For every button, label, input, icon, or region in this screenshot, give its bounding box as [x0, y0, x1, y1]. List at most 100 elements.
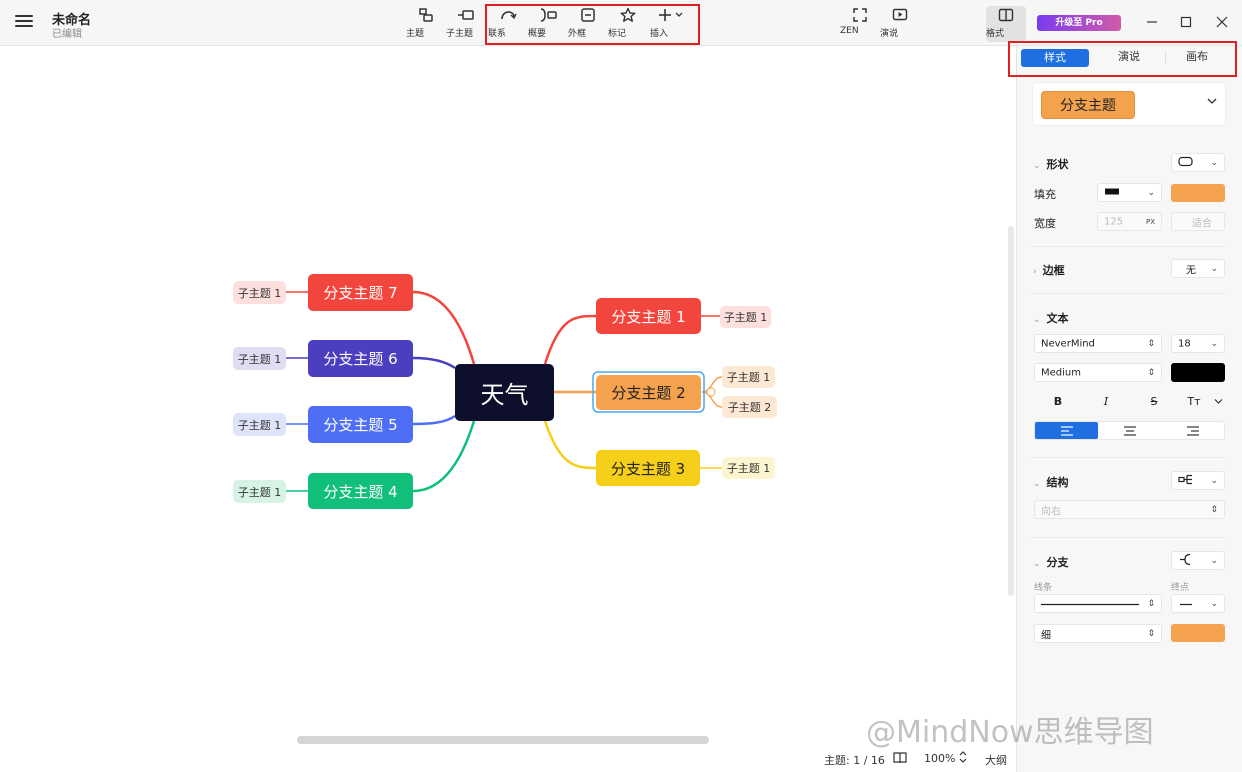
branch-topic-5[interactable]: 分支主题 5	[308, 406, 413, 443]
section-branch[interactable]: ⌄ 分支	[1033, 554, 1069, 570]
text-color-swatch[interactable]	[1171, 363, 1225, 382]
fit-button[interactable]: 适合	[1171, 212, 1225, 231]
border-selector[interactable]: 无 ⌄	[1171, 259, 1225, 278]
status-bar: 主题: 1 / 16 100% 大纲	[0, 748, 1016, 772]
root-topic[interactable]: 天气	[455, 364, 554, 421]
section-structure[interactable]: ⌄ 结构	[1033, 474, 1069, 490]
tab-divider	[1165, 52, 1166, 64]
summary-button[interactable]: 概要	[528, 6, 568, 42]
font-weight-selector[interactable]: Medium ⇕	[1034, 363, 1162, 382]
subtopic-b1-1[interactable]: 子主题 1	[720, 306, 771, 328]
divider	[1030, 293, 1226, 294]
divider	[1030, 457, 1226, 458]
insert-button[interactable]: 插入	[650, 6, 692, 42]
updown-icon: ⇕	[1147, 338, 1155, 349]
italic-button[interactable]: I	[1084, 394, 1128, 410]
subtopic-b7-1[interactable]: 子主题 1	[233, 281, 286, 304]
chevron-down-icon: ⌄	[1210, 157, 1218, 168]
mindmap-canvas[interactable]: 天气 分支主题 1 分支主题 2 分支主题 3 分支主题 4 分支主题 5 分支…	[0, 46, 1016, 772]
divider	[1030, 246, 1226, 247]
tab-canvas[interactable]: 画布	[1163, 48, 1231, 68]
branch-style-selector[interactable]: ⌄	[1171, 551, 1225, 570]
branch-topic-2[interactable]: 分支主题 2	[596, 375, 701, 410]
chevron-down-icon[interactable]	[1214, 397, 1223, 408]
line-end-selector[interactable]: ⌄	[1171, 594, 1225, 613]
upgrade-pro-button[interactable]: 升级至 Pro	[1037, 15, 1121, 31]
branch-topic-3[interactable]: 分支主题 3	[596, 450, 700, 486]
topic-button[interactable]: 主题	[406, 6, 446, 42]
width-input[interactable]: 125 PX	[1097, 212, 1162, 231]
subtopic-b6-1[interactable]: 子主题 1	[233, 347, 286, 370]
marker-button[interactable]: 标记	[608, 6, 648, 42]
structure-selector[interactable]: ⌄	[1171, 471, 1225, 490]
book-icon[interactable]	[893, 751, 907, 768]
menu-icon[interactable]	[14, 12, 34, 32]
topic-count: 主题: 1 / 16	[824, 754, 885, 767]
style-preset-selector[interactable]: 分支主题	[1033, 83, 1225, 125]
line-thickness-selector[interactable]: 细 ⇕	[1034, 624, 1162, 643]
section-text[interactable]: ⌄ 文本	[1033, 310, 1069, 326]
outline-button[interactable]: 大纲	[985, 752, 1007, 768]
align-left-icon[interactable]	[1035, 422, 1098, 439]
font-size-selector[interactable]: 18 ⌄	[1171, 334, 1225, 353]
end-label: 终点	[1171, 583, 1190, 593]
horizontal-scrollbar[interactable]	[297, 736, 709, 744]
line-style-selector[interactable]: ⇕	[1034, 594, 1162, 613]
align-right-icon[interactable]	[1161, 422, 1224, 439]
section-structure-title: 结构	[1046, 476, 1069, 489]
marker-label: 标记	[608, 29, 627, 39]
text-align-group	[1034, 421, 1225, 440]
zen-button[interactable]: ZEN	[840, 6, 880, 42]
branch-topic-6[interactable]: 分支主题 6	[308, 340, 413, 377]
structure-direction-selector[interactable]: 向右 ⇕	[1034, 500, 1225, 519]
app-window: 未命名 已编辑 主题 子主题 联系 概要 外框 标记 插入 ZEN 演说 格式 …	[0, 0, 1242, 772]
close-icon[interactable]	[1211, 12, 1233, 32]
boundary-button[interactable]: 外框	[568, 6, 608, 42]
subtopic-b3-1[interactable]: 子主题 1	[722, 457, 775, 479]
section-branch-title: 分支	[1046, 556, 1069, 569]
connector-b5	[412, 414, 456, 426]
branch-topic-7[interactable]: 分支主题 7	[308, 274, 413, 311]
subtopic-b4-1[interactable]: 子主题 1	[233, 480, 286, 503]
fill-color-swatch[interactable]	[1171, 184, 1225, 202]
divider	[1030, 537, 1226, 538]
text-case-button[interactable]: Tт	[1176, 394, 1212, 410]
chevron-down-icon: ⌄	[1210, 555, 1218, 566]
branch-topic-1[interactable]: 分支主题 1	[596, 298, 701, 334]
branch-topic-4[interactable]: 分支主题 4	[308, 473, 413, 509]
chevron-down-icon: ⌄	[1210, 598, 1218, 609]
section-border[interactable]: › 边框	[1033, 262, 1065, 278]
updown-icon: ⇕	[1210, 504, 1218, 515]
topic-label: 主题	[406, 29, 425, 39]
tab-style[interactable]: 样式	[1021, 49, 1089, 67]
align-center-icon[interactable]	[1098, 422, 1161, 439]
vertical-scrollbar[interactable]	[1008, 226, 1014, 596]
font-weight-value: Medium	[1041, 367, 1081, 378]
subtopic-b2-2[interactable]: 子主题 2	[722, 396, 777, 418]
present-button[interactable]: 演说	[880, 6, 920, 42]
zoom-level[interactable]: 100%	[924, 752, 955, 765]
present-label: 演说	[880, 29, 899, 39]
shape-selector[interactable]: ⌄	[1171, 153, 1225, 172]
branch-color-swatch[interactable]	[1171, 624, 1225, 642]
format-panel-button[interactable]: 格式	[986, 6, 1026, 42]
structure-right-icon	[1178, 474, 1194, 487]
relation-button[interactable]: 联系	[488, 6, 528, 42]
font-family-selector[interactable]: NeverMind ⇕	[1034, 334, 1162, 353]
subtopic-button[interactable]: 子主题	[446, 6, 486, 42]
zoom-stepper-icon[interactable]	[958, 750, 968, 767]
subtopic-b2-1[interactable]: 子主题 1	[722, 366, 775, 388]
strikethrough-button[interactable]: S	[1132, 394, 1176, 410]
section-shape[interactable]: ⌄ 形状	[1033, 156, 1069, 172]
maximize-icon[interactable]	[1175, 12, 1197, 32]
minimize-icon[interactable]	[1141, 12, 1163, 32]
bold-button[interactable]: B	[1036, 394, 1080, 410]
branch-style-icon	[1178, 553, 1194, 568]
tab-presentation[interactable]: 演说	[1095, 48, 1163, 68]
fit-label: 适合	[1192, 218, 1212, 229]
star-icon	[608, 6, 648, 24]
fullscreen-icon	[840, 6, 880, 24]
fill-type-selector[interactable]: ⌄	[1097, 183, 1162, 202]
summary-icon	[528, 6, 568, 24]
subtopic-b5-1[interactable]: 子主题 1	[233, 413, 286, 436]
